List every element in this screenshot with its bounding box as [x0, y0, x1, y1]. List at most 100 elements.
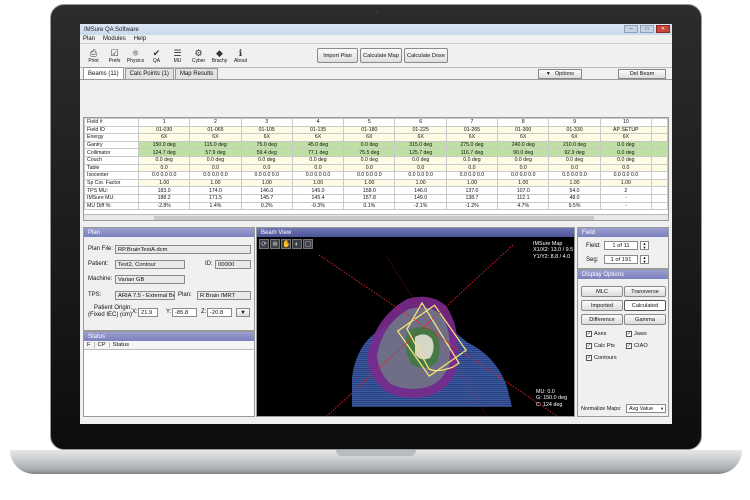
table-cell[interactable]: 1.00: [291, 178, 345, 188]
table-cell[interactable]: 6X: [599, 133, 653, 142]
table-cell[interactable]: 0.2%: [240, 201, 293, 211]
table-cell[interactable]: -0.3%: [291, 201, 345, 211]
table-cell[interactable]: 0.0 deg: [548, 155, 601, 165]
table-cell[interactable]: 1.00: [445, 178, 499, 188]
calc-pts-checkbox[interactable]: ✓ Calc Pts: [586, 343, 615, 349]
table-cell[interactable]: 315.0 deg: [394, 140, 447, 150]
table-cell[interactable]: 1.00: [548, 178, 601, 188]
table-cell[interactable]: 150.0 deg: [137, 140, 191, 150]
difference-button[interactable]: Difference: [581, 314, 623, 325]
table-cell[interactable]: 0.0 0.0 0.0: [291, 171, 345, 180]
table-cell[interactable]: 0.0 0.0 0.0: [343, 171, 396, 180]
table-cell[interactable]: 59.4 deg: [240, 148, 293, 157]
table-cell[interactable]: 115.0 deg: [189, 140, 242, 150]
table-cell[interactable]: 183.0: [137, 186, 191, 195]
table-cell[interactable]: 2: [599, 186, 653, 195]
table-cell[interactable]: 6X: [189, 133, 242, 142]
menu-modules[interactable]: Modules: [103, 36, 126, 42]
table-cell[interactable]: 145.4: [291, 193, 345, 203]
table-cell[interactable]: 01-330: [548, 125, 601, 135]
contours-checkbox[interactable]: ✓ Contours: [586, 355, 617, 361]
table-cell[interactable]: 0.0 0.0 0.0: [137, 171, 191, 180]
table-cell[interactable]: 0.0: [497, 163, 550, 173]
tab-calc-points[interactable]: Calc Points (1): [124, 68, 174, 79]
table-cell[interactable]: 210.0 deg: [548, 140, 601, 150]
table-cell[interactable]: 0.0 deg: [445, 155, 499, 165]
table-cell[interactable]: 0.0 0.0 0.0: [445, 171, 499, 180]
zoom-icon[interactable]: ⊕: [270, 239, 280, 249]
table-cell[interactable]: -1.2%: [445, 201, 499, 211]
table-cell[interactable]: 4: [291, 118, 345, 127]
status-col-f[interactable]: F: [84, 342, 95, 348]
table-cell[interactable]: 9: [548, 118, 601, 127]
table-cell[interactable]: 112.1: [497, 193, 550, 203]
table-cell[interactable]: 0.0 deg: [343, 155, 396, 165]
table-cell[interactable]: 275.0 deg: [445, 140, 499, 150]
jaws-checkbox[interactable]: ✓ Jaws: [626, 331, 647, 337]
table-cell[interactable]: 0.0: [599, 163, 653, 173]
table-cell[interactable]: 171.5: [189, 193, 242, 203]
maximize-button[interactable]: □: [640, 25, 654, 33]
table-cell[interactable]: 0.0 deg: [137, 155, 191, 165]
minimize-button[interactable]: –: [624, 25, 638, 33]
table-cell[interactable]: 146.0: [394, 186, 447, 195]
table-cell[interactable]: 6X: [343, 133, 396, 142]
table-cell[interactable]: 0.0 0.0 0.0: [599, 171, 653, 180]
table-cell[interactable]: 0.0 0.0 0.0: [394, 171, 447, 180]
reset-view-icon[interactable]: ▢: [303, 239, 313, 249]
table-cell[interactable]: 137.0: [445, 186, 499, 195]
window-level-icon[interactable]: ◐: [292, 239, 302, 249]
table-cell[interactable]: 1.00: [240, 178, 293, 188]
table-cell[interactable]: -2.1%: [394, 201, 447, 211]
about-tool-button[interactable]: ℹ About: [230, 45, 251, 67]
table-cell[interactable]: 6X: [548, 133, 601, 142]
status-col-cp[interactable]: CP: [95, 342, 110, 348]
table-cell[interactable]: 10: [599, 118, 653, 127]
table-cell[interactable]: 1.00: [137, 178, 191, 188]
table-cell[interactable]: 6X: [240, 133, 293, 142]
qa-tool-button[interactable]: ✔ QA: [146, 45, 167, 67]
table-cell[interactable]: 01-065: [189, 125, 242, 135]
seg-spinner[interactable]: ▲ ▼: [640, 255, 649, 264]
status-col-status[interactable]: Status: [110, 342, 132, 348]
table-cell[interactable]: 0.0 deg: [240, 155, 293, 165]
table-cell[interactable]: 0.0: [291, 163, 345, 173]
table-cell[interactable]: 01-135: [291, 125, 345, 135]
options-button[interactable]: ▼ Options: [538, 69, 582, 79]
table-cell[interactable]: 1.00: [343, 178, 396, 188]
menu-help[interactable]: Help: [134, 36, 146, 42]
print-tool-button[interactable]: ⎙ Print: [83, 45, 104, 67]
table-cell[interactable]: -2.8%: [137, 201, 191, 211]
menu-plan[interactable]: Plan: [83, 36, 95, 42]
table-cell[interactable]: 01-225: [394, 125, 447, 135]
table-cell[interactable]: 6X: [291, 133, 345, 142]
table-cell[interactable]: 149.0: [394, 193, 447, 203]
table-cell[interactable]: 6: [394, 118, 447, 127]
table-cell[interactable]: 0.0: [240, 163, 293, 173]
table-cell[interactable]: 0.0 0.0 0.0: [240, 171, 293, 180]
field-spinner[interactable]: ▲ ▼: [640, 241, 649, 250]
table-cell[interactable]: 240.0 deg: [497, 140, 550, 150]
table-cell[interactable]: 107.0: [497, 186, 550, 195]
brachy-tool-button[interactable]: ◆ Brachy: [209, 45, 230, 67]
table-cell[interactable]: 1: [137, 118, 191, 127]
table-cell[interactable]: 1.00: [599, 178, 653, 188]
physics-tool-button[interactable]: ⚛ Physics: [125, 45, 146, 67]
table-cell[interactable]: 6X: [137, 133, 191, 142]
table-cell[interactable]: 1.00: [394, 178, 447, 188]
table-cell[interactable]: 0.0 deg: [343, 140, 396, 150]
table-cell[interactable]: 01-265: [445, 125, 499, 135]
table-cell[interactable]: 48.0: [548, 193, 601, 203]
table-cell[interactable]: 92.9 deg: [548, 148, 601, 157]
table-cell[interactable]: 0.0: [189, 163, 242, 173]
table-cell[interactable]: 0.0: [343, 163, 396, 173]
table-cell[interactable]: 0.0 deg: [394, 155, 447, 165]
table-cell[interactable]: 1.4%: [189, 201, 242, 211]
beam-view-canvas[interactable]: [257, 237, 574, 416]
table-cell[interactable]: 45.0 deg: [291, 140, 345, 150]
table-cell[interactable]: 0.0 deg: [497, 155, 550, 165]
table-cell[interactable]: 0.0 0.0 0.0: [548, 171, 601, 180]
table-cell[interactable]: 8: [497, 118, 550, 127]
horizontal-scrollbar[interactable]: [84, 214, 668, 220]
table-cell[interactable]: 7: [445, 118, 499, 127]
